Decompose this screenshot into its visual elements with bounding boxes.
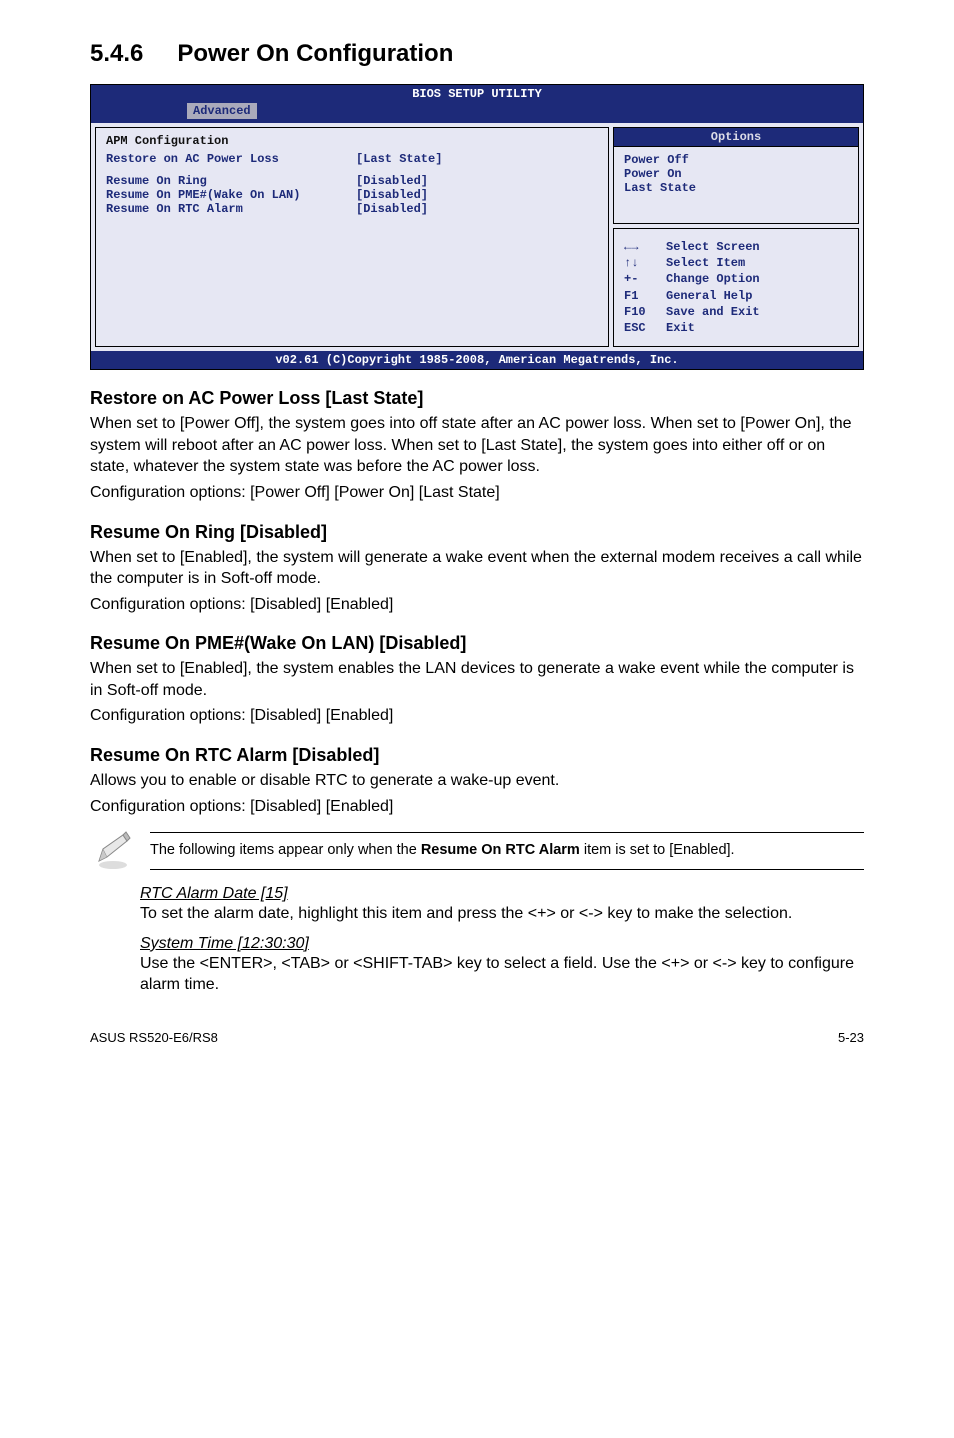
bios-item-value: [Disabled] [356,188,428,202]
section-heading: 5.4.6 Power On Configuration [90,40,864,68]
bios-item-restore-ac[interactable]: Restore on AC Power Loss [Last State] [106,152,598,166]
opts-resume-ring: Configuration options: [Disabled] [Enabl… [90,594,864,616]
bios-body: APM Configuration Restore on AC Power Lo… [91,123,863,351]
section-title-text: Power On Configuration [177,40,453,67]
footer-right: 5-23 [838,1030,864,1045]
subitems: RTC Alarm Date [15] To set the alarm dat… [140,885,864,996]
note-prefix: The following items appear only when the [150,842,421,858]
bios-help-key: ↑↓ [624,255,666,271]
spacer [106,166,598,174]
section-number: 5.4.6 [90,40,143,68]
bios-item-label: Resume On Ring [106,174,356,188]
bios-option[interactable]: Power On [624,167,848,181]
bios-help-row: F10Save and Exit [624,304,848,320]
bios-item-label: Resume On RTC Alarm [106,202,356,216]
subitem-rtc-title: RTC Alarm Date [15] [140,885,864,903]
bios-help-row: F1General Help [624,288,848,304]
note-suffix: item is set to [Enabled]. [580,842,735,858]
bios-item-value: [Disabled] [356,174,428,188]
bios-help-row: ESCExit [624,320,848,336]
bios-help-row: ↑↓Select Item [624,255,848,271]
heading-resume-pme: Resume On PME#(Wake On LAN) [Disabled] [90,633,864,654]
bios-help-text: Select Screen [666,239,760,255]
bios-item-resume-rtc[interactable]: Resume On RTC Alarm [Disabled] [106,202,598,216]
bios-help-text: Save and Exit [666,304,760,320]
heading-restore-ac: Restore on AC Power Loss [Last State] [90,388,864,409]
bios-config-heading: APM Configuration [106,134,598,148]
bios-help-key: F1 [624,288,666,304]
subitem-systime-title: System Time [12:30:30] [140,935,864,953]
page-footer: ASUS RS520-E6/RS8 5-23 [90,1000,864,1045]
opts-resume-pme: Configuration options: [Disabled] [Enabl… [90,705,864,727]
heading-resume-rtc: Resume On RTC Alarm [Disabled] [90,745,864,766]
bios-footer: v02.61 (C)Copyright 1985-2008, American … [91,351,863,369]
para-restore-ac: When set to [Power Off], the system goes… [90,413,864,478]
bios-help-box: ←→Select Screen ↑↓Select Item +-Change O… [613,228,859,347]
bios-option[interactable]: Power Off [624,153,848,167]
bios-item-label: Resume On PME#(Wake On LAN) [106,188,356,202]
tab-advanced[interactable]: Advanced [187,103,257,119]
pencil-icon [90,831,136,871]
bios-item-value: [Disabled] [356,202,428,216]
subitem-systime-text: Use the <ENTER>, <TAB> or <SHIFT-TAB> ke… [140,953,864,996]
bios-window: BIOS SETUP UTILITY Advanced APM Configur… [90,84,864,370]
bios-item-value: [Last State] [356,152,442,166]
bios-config-pane: APM Configuration Restore on AC Power Lo… [95,127,609,347]
note-text: The following items appear only when the… [150,832,864,870]
note: The following items appear only when the… [90,831,864,871]
bios-options-title: Options [613,127,859,147]
bios-side-pane: Options Power Off Power On Last State ←→… [613,127,859,347]
bios-item-label: Restore on AC Power Loss [106,152,356,166]
bios-title: BIOS SETUP UTILITY [91,85,863,103]
para-resume-ring: When set to [Enabled], the system will g… [90,547,864,590]
bios-item-resume-pme[interactable]: Resume On PME#(Wake On LAN) [Disabled] [106,188,598,202]
para-resume-pme: When set to [Enabled], the system enable… [90,658,864,701]
opts-restore-ac: Configuration options: [Power Off] [Powe… [90,482,864,504]
bios-help-row: ←→Select Screen [624,239,848,255]
bios-help-text: Exit [666,320,695,336]
bios-help-key: ←→ [624,239,666,255]
bios-help-key: ESC [624,320,666,336]
bios-help-text: General Help [666,288,752,304]
page: 5.4.6 Power On Configuration BIOS SETUP U… [0,0,954,1075]
bios-help-text: Change Option [666,271,760,287]
bios-help-key: +- [624,271,666,287]
note-bold: Resume On RTC Alarm [421,842,580,858]
footer-left: ASUS RS520-E6/RS8 [90,1030,218,1045]
bios-help-text: Select Item [666,255,745,271]
heading-resume-ring: Resume On Ring [Disabled] [90,522,864,543]
subitem-rtc-text: To set the alarm date, highlight this it… [140,903,864,925]
bios-help-key: F10 [624,304,666,320]
bios-help-row: +-Change Option [624,271,848,287]
opts-resume-rtc: Configuration options: [Disabled] [Enabl… [90,796,864,818]
bios-item-resume-ring[interactable]: Resume On Ring [Disabled] [106,174,598,188]
para-resume-rtc: Allows you to enable or disable RTC to g… [90,770,864,792]
bios-tab-bar: Advanced [91,103,863,123]
bios-options-list: Power Off Power On Last State [613,147,859,224]
bios-option[interactable]: Last State [624,181,848,195]
